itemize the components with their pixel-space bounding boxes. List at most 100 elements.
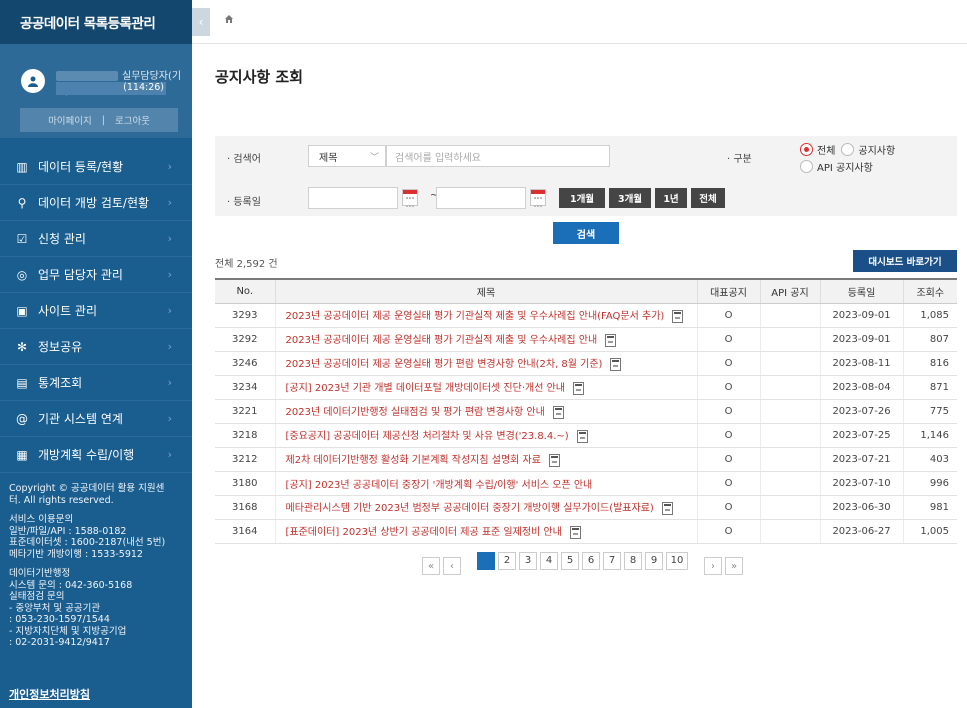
col-date[interactable]: 등록일	[819, 278, 903, 304]
col-views[interactable]: 조회수	[902, 278, 957, 304]
page-title: 공지사항 조회	[215, 68, 304, 86]
sidebar-item-open-review[interactable]: ⚲ 데이터 개방 검토/현황 ›	[0, 185, 192, 221]
sidebar-item-link[interactable]: @ 기관 시스템 연계 ›	[0, 401, 192, 437]
topbar: ‹	[192, 0, 967, 44]
end-date-input[interactable]	[436, 187, 526, 209]
attachment-icon[interactable]	[576, 429, 588, 443]
notice-title-link[interactable]: [공지] 2023년 공공데이터 중장기 '개방계획 수립/이행' 서비스 오픈…	[274, 471, 697, 496]
attachment-icon[interactable]	[661, 501, 673, 515]
period-1month-button[interactable]: 1개월	[559, 188, 605, 208]
notice-title-link[interactable]: 제2차 데이터기반행정 활성화 기본계획 작성지침 설명회 자료	[274, 447, 697, 472]
notice-title-link[interactable]: 2023년 공공데이터 제공 운영실태 평가 기관실적 제출 및 우수사례집 안…	[274, 303, 697, 328]
col-no[interactable]: No.	[215, 278, 275, 304]
first-page-button[interactable]: «	[422, 557, 440, 575]
sidebar-item-label: 데이터 개방 검토/현황	[38, 196, 150, 210]
page-2[interactable]: 2	[498, 551, 516, 570]
chevron-right-icon: ›	[167, 376, 172, 389]
table-row[interactable]: 3292 2023년 공공데이터 제공 운영실태 평가 기관실적 제출 및 우수사…	[215, 327, 957, 352]
home-icon[interactable]	[224, 14, 234, 27]
date-label: · 등록일	[227, 197, 261, 208]
radio-empty-icon	[800, 160, 813, 173]
radio-notice[interactable]: 공지사항	[841, 142, 895, 157]
page-4[interactable]: 4	[540, 551, 558, 570]
table-header: No. 제목 대표공지 API 공지 등록일 조회수	[215, 278, 957, 304]
notice-title-link[interactable]: 2023년 데이터기반행정 실태점검 및 평가 편람 변경사항 안내	[274, 399, 697, 424]
search-field-select[interactable]: 제목 ﹀	[308, 145, 386, 167]
page-7[interactable]: 7	[603, 551, 621, 570]
radio-api-notice[interactable]: API 공지사항	[800, 159, 873, 174]
radio-all[interactable]: 전체	[800, 142, 835, 157]
chevron-right-icon: ›	[167, 232, 172, 245]
attachment-icon[interactable]	[610, 357, 622, 371]
attachment-icon[interactable]	[548, 453, 560, 467]
radio-selected-icon	[800, 143, 813, 156]
type-label: · 구분	[727, 154, 752, 165]
sidebar-collapse-button[interactable]: ‹	[192, 8, 210, 36]
sidebar-item-data-register[interactable]: ▥ 데이터 등록/현황 ›	[0, 149, 192, 185]
chevron-right-icon: ›	[167, 448, 172, 461]
notice-title-link[interactable]: 2023년 공공데이터 제공 운영실태 평가 편람 변경사항 안내(2차, 8월…	[274, 351, 697, 376]
table-row[interactable]: 3234 [공지] 2023년 기관 개별 데이터포털 개방데이터셋 진단·개선 …	[215, 375, 957, 400]
sidebar-item-request[interactable]: ☑ 신청 관리 ›	[0, 221, 192, 257]
dashboard-button[interactable]: 대시보드 바로가기	[853, 250, 957, 272]
user-links: 마이페이지 | 로그아웃	[20, 108, 178, 132]
privacy-policy-link[interactable]: 개인정보처리방침	[9, 686, 90, 702]
last-page-button[interactable]: »	[725, 557, 743, 575]
page-1[interactable]: 1	[477, 551, 495, 570]
page-8[interactable]: 8	[624, 551, 642, 570]
mypage-link[interactable]: 마이페이지	[48, 113, 92, 127]
page-5[interactable]: 5	[561, 551, 579, 570]
sidebar-item-stats[interactable]: ▤ 통계조회 ›	[0, 365, 192, 401]
page-9[interactable]: 9	[645, 551, 663, 570]
table-row[interactable]: 3168 메타관리시스템 기반 2023년 범정부 공공데이터 중장기 개방이행 …	[215, 495, 957, 520]
search-input[interactable]: 검색어를 입력하세요	[386, 145, 610, 167]
page-3[interactable]: 3	[519, 551, 537, 570]
attachment-icon[interactable]	[672, 309, 684, 323]
attachment-icon[interactable]	[605, 333, 617, 347]
notice-title-link[interactable]: 2023년 공공데이터 제공 운영실태 평가 기관실적 제출 및 우수사례집 안…	[274, 327, 697, 352]
attachment-icon[interactable]	[569, 525, 581, 539]
keyword-label: · 검색어	[227, 154, 261, 165]
table-row[interactable]: 3221 2023년 데이터기반행정 실태점검 및 평가 편람 변경사항 안내 O 2…	[215, 399, 957, 424]
avatar	[21, 69, 45, 93]
col-title[interactable]: 제목	[274, 278, 697, 304]
sidebar-item-site[interactable]: ▣ 사이트 관리 ›	[0, 293, 192, 329]
app-title[interactable]: 공공데이터 목록등록관리	[0, 0, 192, 44]
period-3month-button[interactable]: 3개월	[609, 188, 651, 208]
table-row[interactable]: 3218 [중요공지] 공공데이터 제공신청 처리절차 및 사유 변경('23.8…	[215, 423, 957, 448]
notice-title-link[interactable]: [중요공지] 공공데이터 제공신청 처리절차 및 사유 변경('23.8.4.~…	[274, 423, 697, 448]
page-6[interactable]: 6	[582, 551, 600, 570]
attachment-icon[interactable]	[552, 405, 564, 419]
table-row[interactable]: 3293 2023년 공공데이터 제공 운영실태 평가 기관실적 제출 및 우수사…	[215, 303, 957, 328]
notice-title-link[interactable]: 메타관리시스템 기반 2023년 범정부 공공데이터 중장기 개방이행 실무가이…	[274, 495, 697, 520]
notice-title-link[interactable]: [표준데이터] 2023년 상반기 공공데이터 제공 표준 일제정비 안내	[274, 519, 697, 544]
prev-page-button[interactable]: ‹	[443, 557, 461, 575]
sidebar-item-share[interactable]: ✻ 정보공유 ›	[0, 329, 192, 365]
next-page-button[interactable]: ›	[704, 557, 722, 575]
start-date-input[interactable]	[308, 187, 398, 209]
sidebar-item-label: 기관 시스템 연계	[38, 412, 123, 426]
table-row[interactable]: 3246 2023년 공공데이터 제공 운영실태 평가 편람 변경사항 안내(2차…	[215, 351, 957, 376]
chevron-right-icon: ›	[167, 160, 172, 173]
logout-link[interactable]: 로그아웃	[115, 113, 150, 127]
session-time-text: (114:26)	[123, 82, 164, 93]
col-api-notice[interactable]: API 공지	[759, 278, 820, 304]
chevron-right-icon: ›	[167, 196, 172, 209]
chevron-right-icon: ›	[167, 268, 172, 281]
sidebar-item-manager[interactable]: ◎ 업무 담당자 관리 ›	[0, 257, 192, 293]
calendar-icon[interactable]	[402, 189, 418, 207]
search-button[interactable]: 검색	[553, 222, 619, 244]
user-icon	[28, 76, 38, 87]
table-row[interactable]: 3164 [표준데이터] 2023년 상반기 공공데이터 제공 표준 일제정비 안…	[215, 519, 957, 544]
page-10[interactable]: 10	[666, 551, 688, 570]
notice-title-link[interactable]: [공지] 2023년 기관 개별 데이터포털 개방데이터셋 진단·개선 안내	[274, 375, 697, 400]
sidebar-item-label: 개방계획 수립/이행	[38, 448, 135, 462]
period-1year-button[interactable]: 1년	[655, 188, 687, 208]
table-row[interactable]: 3212 제2차 데이터기반행정 활성화 기본계획 작성지침 설명회 자료 O 202…	[215, 447, 957, 472]
col-rep-notice[interactable]: 대표공지	[696, 278, 760, 304]
table-row[interactable]: 3180 [공지] 2023년 공공데이터 중장기 '개방계획 수립/이행' 서비…	[215, 471, 957, 496]
sidebar-item-plan[interactable]: ▦ 개방계획 수립/이행 ›	[0, 437, 192, 473]
calendar-icon[interactable]	[530, 189, 546, 207]
attachment-icon[interactable]	[572, 381, 584, 395]
period-all-button[interactable]: 전체	[691, 188, 725, 208]
